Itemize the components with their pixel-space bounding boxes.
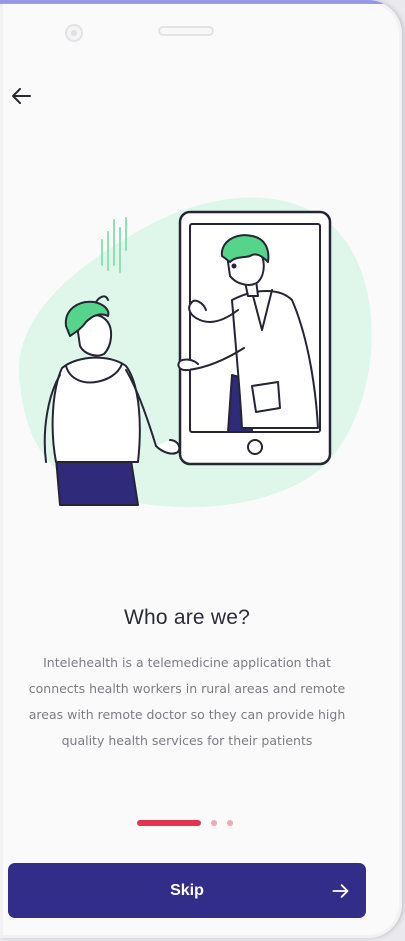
arrow-right-icon	[332, 884, 349, 898]
page-indicator-dot[interactable]	[227, 820, 233, 826]
skip-button[interactable]: Skip	[8, 863, 366, 918]
camera-lens	[65, 24, 83, 42]
page-indicator-dot-active[interactable]	[137, 820, 201, 826]
page-indicator-dot[interactable]	[211, 820, 217, 826]
telemedicine-illustration	[18, 197, 372, 508]
phone-speaker	[158, 26, 214, 36]
page-indicator	[137, 819, 233, 827]
page-title: Who are we?	[124, 606, 250, 629]
back-button[interactable]	[8, 82, 36, 110]
onboarding-description: Intelehealth is a telemedicine applicati…	[28, 655, 346, 748]
arrow-left-icon	[12, 88, 31, 104]
skip-button-label: Skip	[170, 881, 204, 899]
phone-frame: Who are we? Intelehealth is a telemedici…	[0, 0, 402, 938]
